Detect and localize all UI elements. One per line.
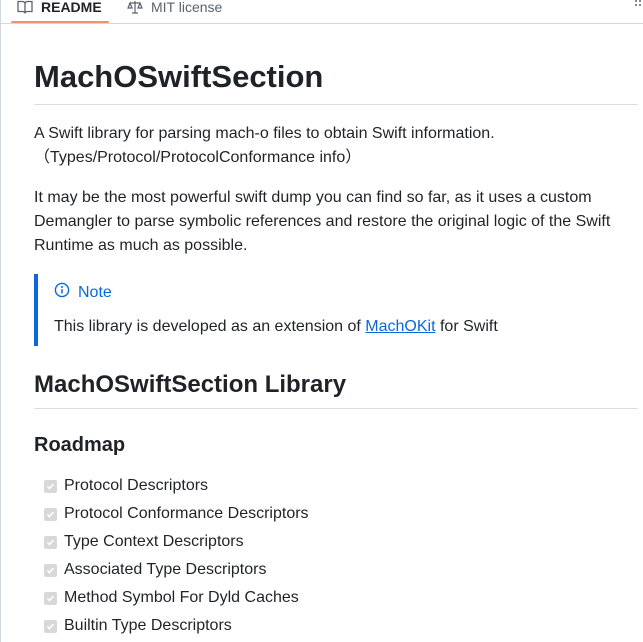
task-list-item: Associated Type Descriptors	[44, 556, 634, 584]
intro-line-1: A Swift library for parsing mach-o files…	[34, 125, 495, 142]
task-checkbox[interactable]	[44, 591, 57, 605]
tab-readme[interactable]: README	[17, 0, 102, 22]
readme-tabs: README MIT license	[1, 0, 643, 24]
roadmap-heading: Roadmap	[34, 434, 126, 456]
task-label: Type Context Descriptors	[64, 533, 244, 550]
task-checkbox[interactable]	[44, 563, 57, 577]
task-checkbox[interactable]	[44, 535, 57, 549]
readme-panel: README MIT license MachOSwiftSection A S…	[0, 0, 643, 642]
intro-paragraph: A Swift library for parsing mach-o files…	[34, 122, 634, 170]
note-text-before: This library is developed as an extensio…	[54, 318, 366, 335]
task-checkbox[interactable]	[44, 619, 57, 633]
active-tab-indicator	[11, 21, 109, 23]
note-title: Note	[54, 282, 112, 304]
readme-title: MachOSwiftSection	[34, 58, 638, 105]
task-label: Associated Type Descriptors	[64, 561, 267, 578]
task-list-item: Builtin Type Descriptors	[44, 612, 634, 640]
tab-license[interactable]: MIT license	[127, 0, 222, 22]
task-label: Protocol Conformance Descriptors	[64, 505, 309, 522]
note-text-after: for Swift	[435, 318, 498, 335]
law-icon	[127, 0, 143, 15]
book-icon	[17, 0, 33, 15]
note-callout: Note This library is developed as an ext…	[34, 274, 638, 346]
task-list-item: Method Symbol For Dyld Caches	[44, 584, 634, 612]
library-heading: MachOSwiftSection Library	[34, 370, 638, 409]
task-label: Method Symbol For Dyld Caches	[64, 589, 299, 606]
outline-menu-icon[interactable]	[634, 0, 643, 6]
intro-line-2: （Types/Protocol/ProtocolConformance info…	[34, 149, 362, 166]
note-body: This library is developed as an extensio…	[54, 316, 498, 338]
task-checkbox[interactable]	[44, 507, 57, 521]
machokit-link[interactable]: MachOKit	[365, 318, 435, 335]
task-list-item: Protocol Descriptors	[44, 472, 634, 500]
roadmap-task-list: Protocol Descriptors Protocol Conformanc…	[44, 472, 634, 640]
tab-license-label: MIT license	[151, 0, 223, 15]
info-icon	[54, 282, 70, 304]
task-list-item: Protocol Conformance Descriptors	[44, 500, 634, 528]
task-checkbox[interactable]	[44, 479, 57, 493]
description-paragraph: It may be the most powerful swift dump y…	[34, 189, 611, 254]
task-list-item: Type Context Descriptors	[44, 528, 634, 556]
note-title-label: Note	[78, 284, 112, 301]
tab-readme-label: README	[41, 0, 102, 15]
task-label: Protocol Descriptors	[64, 477, 209, 494]
task-label: Builtin Type Descriptors	[64, 617, 232, 634]
